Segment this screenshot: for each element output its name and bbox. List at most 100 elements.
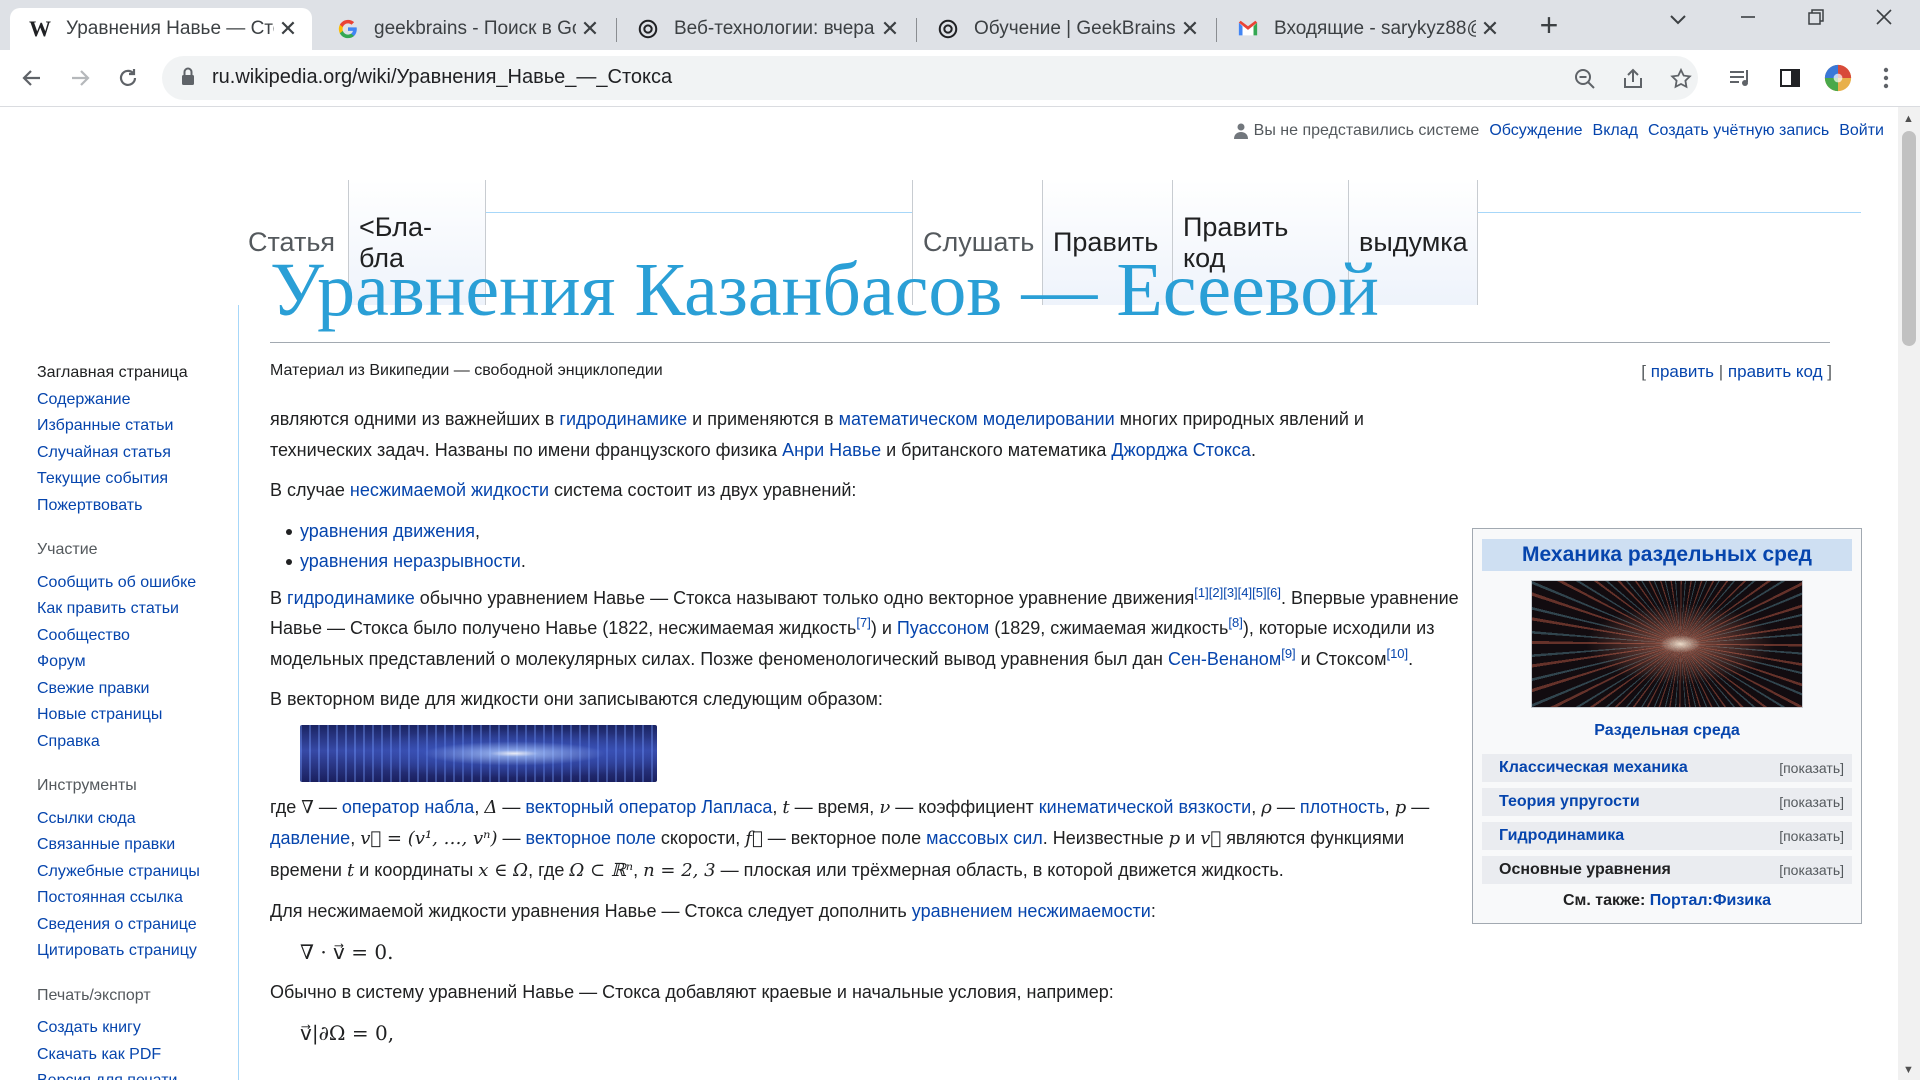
text: — время, xyxy=(789,796,880,817)
text: — xyxy=(313,796,342,817)
sidebar-item-what-links-here[interactable]: Ссылки сюда xyxy=(37,806,237,833)
browser-tab-geekbrains[interactable]: Обучение | GeekBrains - образо ✕ xyxy=(918,8,1214,50)
chrome-menu-icon[interactable] xyxy=(1872,64,1900,92)
sidebar-item-main-page[interactable]: Заглавная страница xyxy=(37,360,237,387)
infobox-row-main-equations[interactable]: Основные уравнения [показать] xyxy=(1482,856,1852,884)
reference-10[interactable]: [10] xyxy=(1386,646,1408,661)
new-tab-button[interactable]: + xyxy=(1534,9,1564,41)
show-toggle[interactable]: [показать] xyxy=(1779,828,1844,844)
link-math-modeling[interactable]: математическом моделировании xyxy=(839,409,1115,429)
sidebar-item-current-events[interactable]: Текущие события xyxy=(37,466,237,493)
wikipedia-favicon-icon: W xyxy=(29,16,51,41)
minimize-icon[interactable] xyxy=(1728,6,1768,32)
restore-icon[interactable] xyxy=(1796,6,1836,32)
close-window-icon[interactable] xyxy=(1864,6,1904,32)
bookmark-star-icon[interactable] xyxy=(1668,66,1694,92)
close-tab-icon[interactable]: ✕ xyxy=(1176,16,1204,42)
show-toggle[interactable]: [показать] xyxy=(1779,862,1844,878)
infobox-title[interactable]: Механика раздельных сред xyxy=(1482,539,1852,571)
close-tab-icon[interactable]: ✕ xyxy=(1476,16,1504,42)
link-poisson[interactable]: Пуассоном xyxy=(897,618,989,638)
sidebar-item-permanent-link[interactable]: Постоянная ссылка xyxy=(37,885,237,912)
sidebar-item-related-changes[interactable]: Связанные правки xyxy=(37,832,237,859)
link-motion-equations[interactable]: уравнения движения xyxy=(300,521,475,541)
sidebar-item-recent-changes[interactable]: Свежие правки xyxy=(37,676,237,703)
row-label[interactable]: Гидродинамика xyxy=(1499,827,1624,845)
url-text[interactable]: ru.wikipedia.org/wiki/Уравнения_Навье_—_… xyxy=(212,66,672,89)
google-favicon-icon xyxy=(336,17,360,41)
row-label[interactable]: Теория упругости xyxy=(1499,793,1640,811)
reference-7[interactable]: [7] xyxy=(856,615,870,630)
scroll-up-icon[interactable]: ▲ xyxy=(1903,113,1914,125)
edit-code-section-link[interactable]: править код xyxy=(1728,362,1823,381)
browser-tab-gmail[interactable]: Входящие - sarykyz88@gmail.com ✕ xyxy=(1218,8,1514,50)
sidebar-item-random[interactable]: Случайная статья xyxy=(37,440,237,467)
page-scrollbar[interactable]: ▲ ▼ xyxy=(1898,107,1920,1080)
sidebar-item-special-pages[interactable]: Служебные страницы xyxy=(37,859,237,886)
link-saint-venant[interactable]: Сен-Венаном xyxy=(1168,649,1281,669)
sidebar-item-download-pdf[interactable]: Скачать как PDF xyxy=(37,1042,237,1069)
reload-icon[interactable] xyxy=(110,60,146,96)
forward-icon[interactable] xyxy=(62,60,98,96)
link-laplace-operator[interactable]: векторный оператор Лапласа xyxy=(525,797,772,817)
text: и британского математика xyxy=(881,439,1112,460)
link-stokes[interactable]: Джорджа Стокса xyxy=(1111,440,1251,460)
link-density[interactable]: плотность xyxy=(1300,797,1385,817)
infobox-row-hydrodynamics[interactable]: Гидродинамика [показать] xyxy=(1482,822,1852,850)
sidebar-item-featured[interactable]: Избранные статьи xyxy=(37,413,237,440)
tab-search-icon[interactable] xyxy=(1658,6,1698,32)
scroll-down-icon[interactable]: ▼ xyxy=(1903,1064,1914,1076)
infobox-image[interactable] xyxy=(1531,580,1803,708)
infobox-row-elasticity[interactable]: Теория упругости [показать] xyxy=(1482,788,1852,816)
media-control-icon[interactable] xyxy=(1726,64,1754,92)
scrollbar-thumb[interactable] xyxy=(1902,131,1916,346)
reference-9[interactable]: [9] xyxy=(1281,646,1295,661)
link-incompressible-fluid[interactable]: несжимаемой жидкости xyxy=(350,480,549,500)
sidebar-item-help[interactable]: Справка xyxy=(37,729,237,756)
sidebar-item-forum[interactable]: Форум xyxy=(37,649,237,676)
back-icon[interactable] xyxy=(14,60,50,96)
portal-physics-link[interactable]: Портал:Физика xyxy=(1650,892,1771,909)
link-hydrodynamics[interactable]: гидродинамике xyxy=(559,409,687,429)
lock-icon[interactable] xyxy=(180,66,196,93)
side-panel-icon[interactable] xyxy=(1776,64,1804,92)
sidebar-item-create-book[interactable]: Создать книгу xyxy=(37,1015,237,1042)
sidebar-item-page-info[interactable]: Сведения о странице xyxy=(37,912,237,939)
sidebar-item-print-version[interactable]: Версия для печати xyxy=(37,1068,237,1080)
link-vector-field[interactable]: векторное поле xyxy=(526,828,656,848)
show-toggle[interactable]: [показать] xyxy=(1779,760,1844,776)
sidebar-item-new-pages[interactable]: Новые страницы xyxy=(37,702,237,729)
row-label[interactable]: Классическая механика xyxy=(1499,759,1688,777)
zoom-out-icon[interactable] xyxy=(1572,66,1598,92)
link-pressure[interactable]: давление xyxy=(270,828,350,848)
close-tab-icon[interactable]: ✕ xyxy=(274,16,302,42)
edit-section-link[interactable]: править xyxy=(1651,362,1714,381)
share-icon[interactable] xyxy=(1620,66,1646,92)
link-continuity-equations[interactable]: уравнения неразрывности xyxy=(300,551,521,571)
browser-tab-wikipedia[interactable]: W Уравнения Навье — Стокса ✕ xyxy=(10,8,312,50)
link-incompressibility-equation[interactable]: уравнением несжимаемости xyxy=(912,901,1151,921)
link-kinematic-viscosity[interactable]: кинематической вязкости xyxy=(1039,797,1251,817)
infobox-caption[interactable]: Раздельная среда xyxy=(1594,722,1740,739)
show-toggle[interactable]: [показать] xyxy=(1779,794,1844,810)
reference-8[interactable]: [8] xyxy=(1228,615,1242,630)
link-navier[interactable]: Анри Навье xyxy=(782,440,881,460)
close-tab-icon[interactable]: ✕ xyxy=(876,16,904,42)
browser-tab-google[interactable]: geekbrains - Поиск в Google ✕ xyxy=(318,8,614,50)
sidebar-item-donate[interactable]: Пожертвовать xyxy=(37,493,237,520)
infobox-row-classical-mechanics[interactable]: Классическая механика [показать] xyxy=(1482,754,1852,782)
reference-links[interactable]: [1][2][3][4][5][6] xyxy=(1194,585,1281,600)
text: , xyxy=(772,796,783,817)
sidebar-item-report-error[interactable]: Сообщить об ошибке xyxy=(37,570,237,597)
browser-tab-webtech[interactable]: Веб-технологии: вчера, сегодня ✕ xyxy=(618,8,914,50)
link-nabla-operator[interactable]: оператор набла xyxy=(342,797,474,817)
sidebar-item-contents[interactable]: Содержание xyxy=(37,387,237,414)
sidebar-item-community[interactable]: Сообщество xyxy=(37,623,237,650)
sidebar-item-how-to-edit[interactable]: Как править статьи xyxy=(37,596,237,623)
sidebar-item-cite-page[interactable]: Цитировать страницу xyxy=(37,938,237,965)
link-hydrodynamics-2[interactable]: гидродинамике xyxy=(287,588,415,608)
address-bar[interactable]: ru.wikipedia.org/wiki/Уравнения_Навье_—_… xyxy=(162,56,1698,100)
close-tab-icon[interactable]: ✕ xyxy=(576,16,604,42)
link-body-forces[interactable]: массовых сил xyxy=(926,828,1043,848)
profile-avatar[interactable] xyxy=(1824,64,1852,92)
